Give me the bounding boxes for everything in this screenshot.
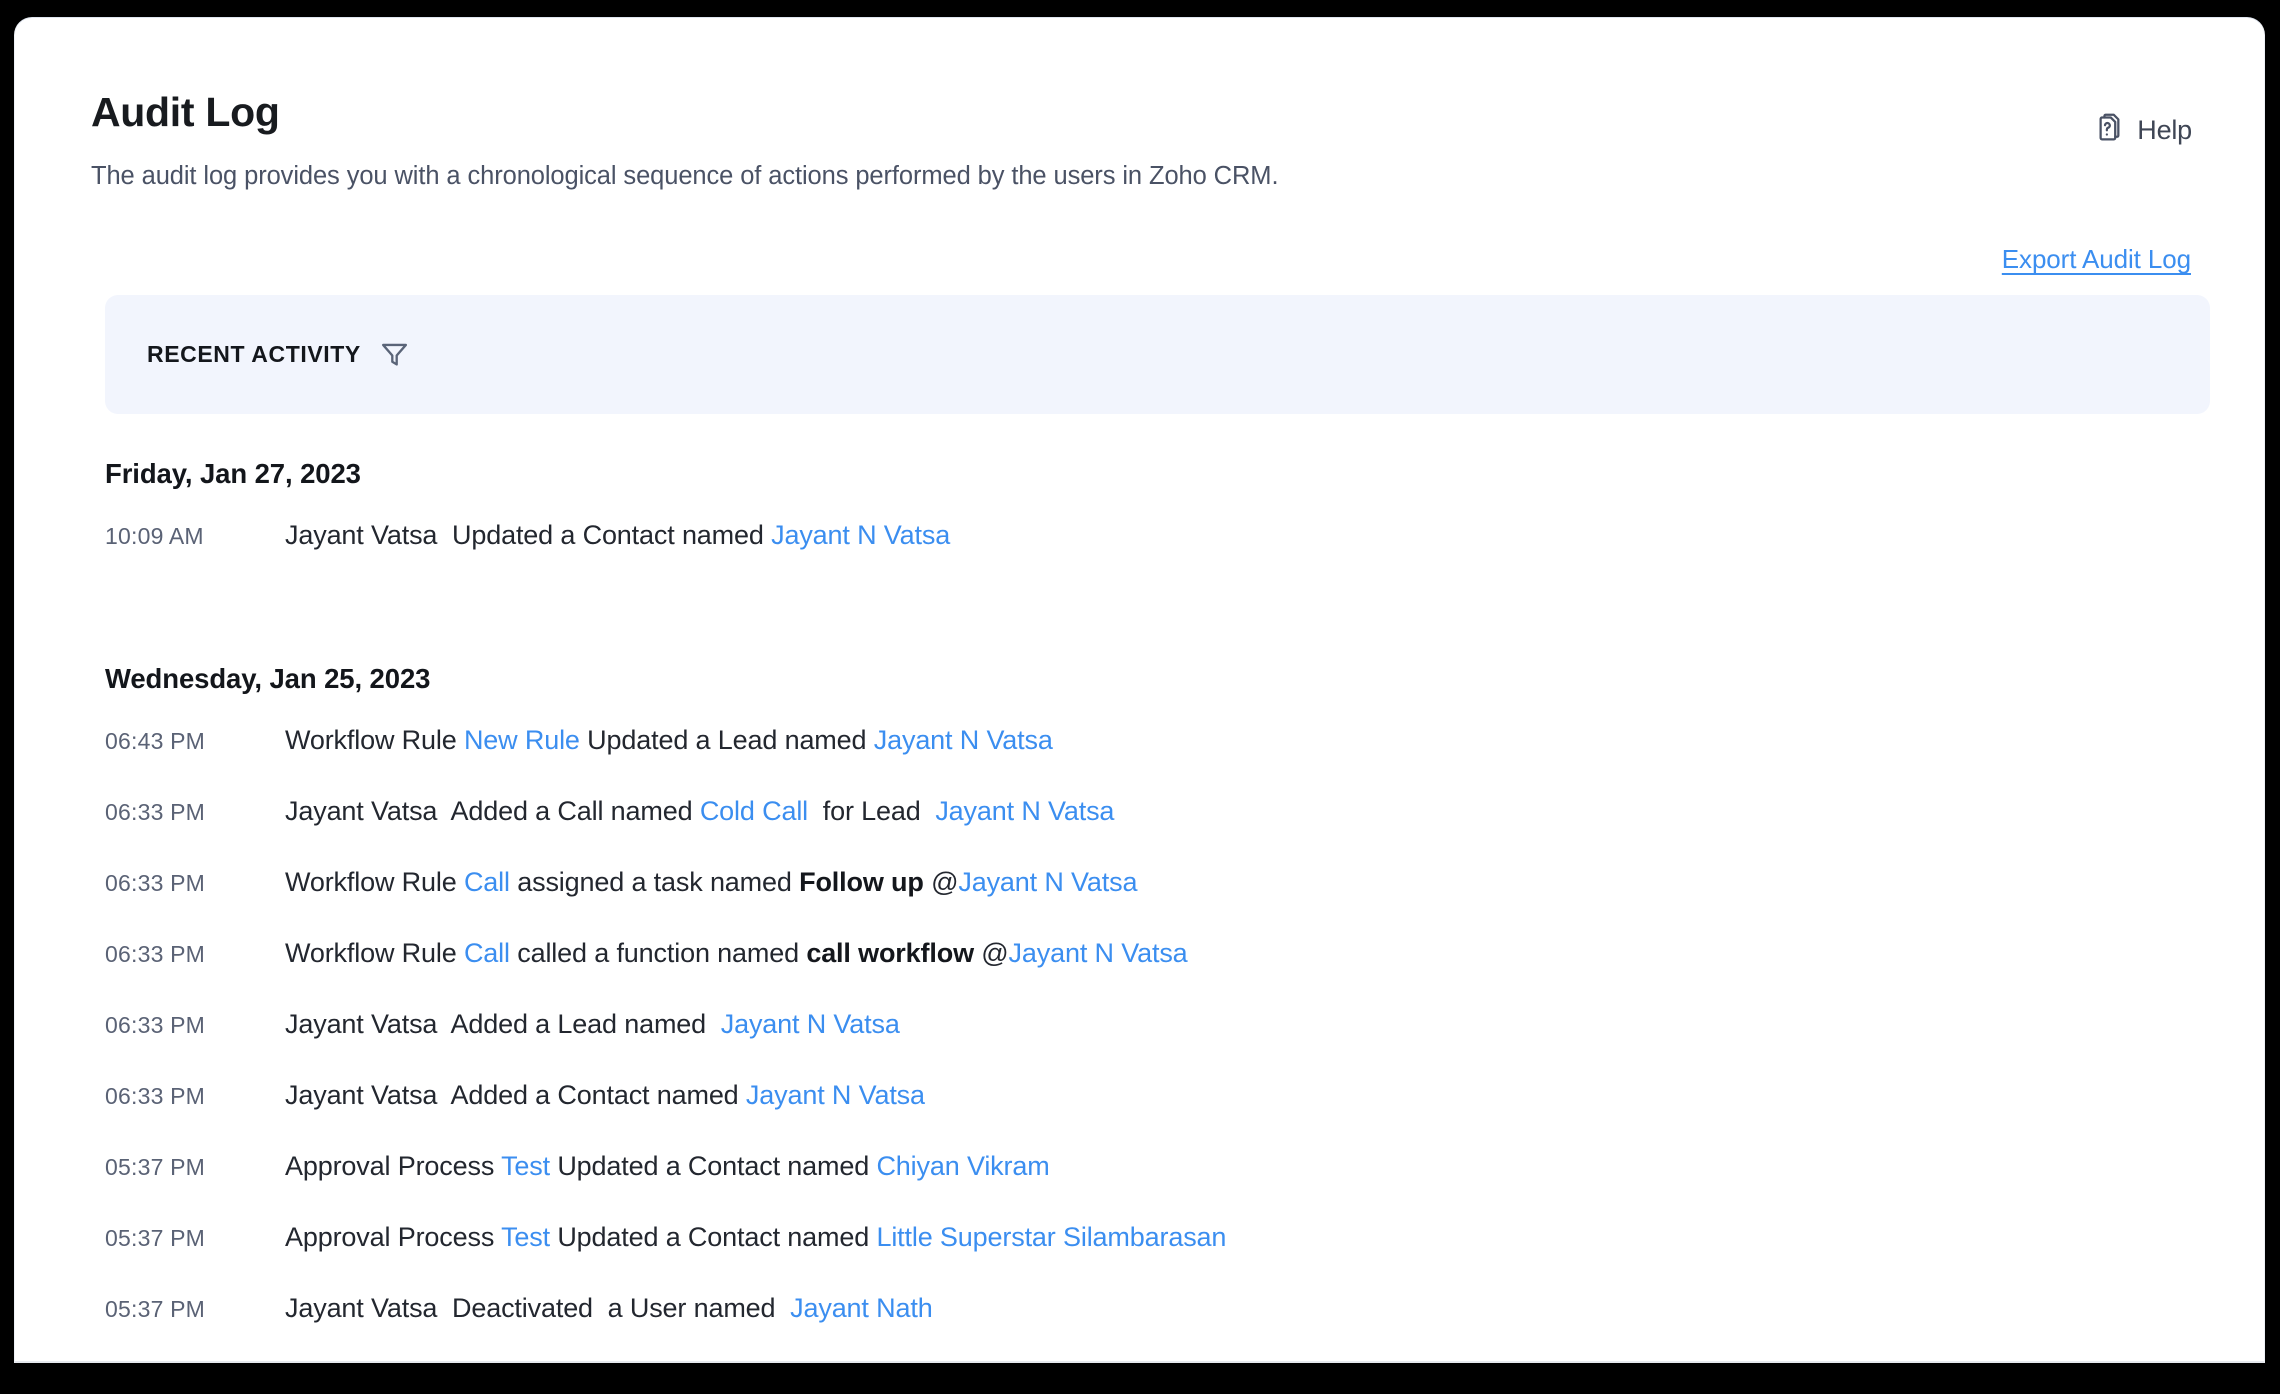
entry-record-link[interactable]: Test [501, 1222, 550, 1252]
entry-timestamp: 05:37 PM [105, 1225, 206, 1251]
entry-record-link[interactable]: Call [464, 938, 510, 968]
audit-log-entry: 06:33 PM Workflow Rule Call assigned a ta… [15, 867, 2264, 938]
day-group-date: Wednesday, Jan 25, 2023 [105, 663, 431, 694]
screen-frame: Audit Log The audit log provides you wit… [0, 0, 2280, 1394]
entry-description: Jayant Vatsa Updated a Contact named Jay… [285, 520, 950, 551]
entry-record-link[interactable]: New Rule [464, 725, 580, 755]
help-document-icon [2090, 113, 2124, 147]
entry-description: Workflow Rule Call called a function nam… [285, 938, 1188, 969]
day-group-entries: 06:43 PM Workflow Rule New Rule Updated a… [15, 725, 2264, 1361]
entry-text-part: Updated a Contact named [549, 1151, 877, 1181]
entry-timestamp: 06:33 PM [105, 799, 206, 825]
entry-record-link[interactable]: Cold Call [700, 796, 808, 826]
entry-description: Jayant Vatsa Added a Lead named Jayant N… [285, 1009, 900, 1040]
entry-record-link[interactable]: Jayant N Vatsa [958, 867, 1137, 897]
page-description: The audit log provides you with a chrono… [91, 162, 1279, 191]
entry-description: Workflow Rule Call assigned a task named… [285, 867, 1138, 898]
filter-funnel-icon[interactable] [379, 339, 410, 370]
entry-text-part: Jayant Vatsa Added a Contact named [285, 1080, 746, 1110]
entry-timestamp: 06:33 PM [105, 870, 206, 896]
audit-log-entry: 06:33 PM Workflow Rule Call called a func… [15, 938, 2264, 1009]
entry-text-part: Approval Process [285, 1151, 502, 1181]
entry-text-part: Jayant Vatsa Deactivated a User named [285, 1293, 791, 1323]
entry-text-part: Workflow Rule [285, 938, 464, 968]
entry-record-link[interactable]: Test [501, 1151, 550, 1181]
entry-timestamp: 10:09 AM [105, 523, 204, 549]
audit-log-entry: 06:33 PM Jayant Vatsa Added a Lead named … [15, 1009, 2264, 1080]
audit-log-list: Friday, Jan 27, 2023 10:09 AM Jayant Vatsa… [15, 458, 2264, 1361]
entry-text-part: Workflow Rule [285, 725, 464, 755]
entry-timestamp: 05:37 PM [105, 1296, 206, 1322]
audit-log-entry: 06:33 PM Jayant Vatsa Added a Call named … [15, 796, 2264, 867]
entry-description: Workflow Rule New Rule Updated a Lead na… [285, 725, 1053, 756]
day-group-date: Friday, Jan 27, 2023 [105, 458, 361, 489]
entry-emphasis: Follow up [799, 867, 924, 897]
entry-record-link[interactable]: Jayant Nath [790, 1293, 933, 1323]
audit-log-entry: 06:33 PM Jayant Vatsa Added a Contact nam… [15, 1080, 2264, 1151]
entry-text-part: Updated a Lead named [579, 725, 874, 755]
entry-text-part: for Lead [808, 796, 936, 826]
day-group: Friday, Jan 27, 2023 10:09 AM Jayant Vatsa… [15, 458, 2264, 591]
help-label: Help [2137, 114, 2192, 145]
entry-description: Approval Process Test Updated a Contact … [285, 1151, 1050, 1182]
entry-description: Approval Process Test Updated a Contact … [285, 1222, 1226, 1253]
audit-log-entry: 10:09 AM Jayant Vatsa Updated a Contact n… [15, 520, 2264, 591]
export-audit-log-link[interactable]: Export Audit Log [2002, 244, 2191, 275]
entry-record-link[interactable]: Little Superstar Silambarasan [876, 1222, 1226, 1252]
page-header: Audit Log The audit log provides you wit… [91, 89, 2188, 194]
entry-timestamp: 05:37 PM [105, 1154, 206, 1180]
entry-timestamp: 06:33 PM [105, 1012, 206, 1038]
help-button[interactable]: Help [2090, 113, 2192, 147]
entry-timestamp: 06:33 PM [105, 1083, 206, 1109]
entry-text-part: Jayant Vatsa Added a Call named [285, 796, 700, 826]
entry-record-link[interactable]: Call [464, 867, 510, 897]
entry-timestamp: 06:33 PM [105, 941, 206, 967]
entry-text-part: @ [923, 867, 959, 897]
day-group: Wednesday, Jan 25, 2023 06:43 PM Workflow … [15, 663, 2264, 1361]
entry-record-link[interactable]: Jayant N Vatsa [746, 1080, 925, 1110]
recent-activity-bar: RECENT ACTIVITY [105, 295, 2210, 414]
entry-description: Jayant Vatsa Added a Call named Cold Cal… [285, 796, 1114, 827]
entry-text-part: Workflow Rule [285, 867, 464, 897]
entry-text-part: Jayant Vatsa Added a Lead named [285, 1009, 721, 1039]
entry-record-link[interactable]: Chiyan Vikram [876, 1151, 1049, 1181]
entry-timestamp: 06:43 PM [105, 728, 206, 754]
entry-description: Jayant Vatsa Deactivated a User named Ja… [285, 1293, 933, 1324]
entry-record-link[interactable]: Jayant N Vatsa [771, 520, 950, 550]
audit-log-entry: 05:37 PM Approval Process Test Updated a … [15, 1222, 2264, 1293]
audit-log-entry: 06:43 PM Workflow Rule New Rule Updated a… [15, 725, 2264, 796]
entry-text-part: Jayant Vatsa Updated a Contact named [285, 520, 772, 550]
entry-record-link[interactable]: Jayant N Vatsa [721, 1009, 900, 1039]
recent-activity-filter-control[interactable]: RECENT ACTIVITY [147, 339, 410, 370]
entry-text-part: @ [973, 938, 1009, 968]
page-title: Audit Log [91, 89, 280, 135]
entry-text-part: Updated a Contact named [549, 1222, 877, 1252]
entry-text-part: Approval Process [285, 1222, 502, 1252]
entry-emphasis: call workflow [806, 938, 974, 968]
entry-record-link[interactable]: Jayant N Vatsa [1009, 938, 1188, 968]
entry-text-part: called a function named [509, 938, 807, 968]
audit-log-page: Audit Log The audit log provides you wit… [14, 17, 2265, 1363]
entry-text-part: assigned a task named [509, 867, 800, 897]
audit-log-entry: 05:37 PM Jayant Vatsa Deactivated a User … [15, 1293, 2264, 1361]
audit-log-entry: 05:37 PM Approval Process Test Updated a … [15, 1151, 2264, 1222]
entry-record-link[interactable]: Jayant N Vatsa [874, 725, 1053, 755]
entry-record-link[interactable]: Jayant N Vatsa [935, 796, 1114, 826]
entry-description: Jayant Vatsa Added a Contact named Jayan… [285, 1080, 925, 1111]
recent-activity-label: RECENT ACTIVITY [147, 341, 361, 367]
day-group-entries: 10:09 AM Jayant Vatsa Updated a Contact n… [15, 520, 2264, 591]
